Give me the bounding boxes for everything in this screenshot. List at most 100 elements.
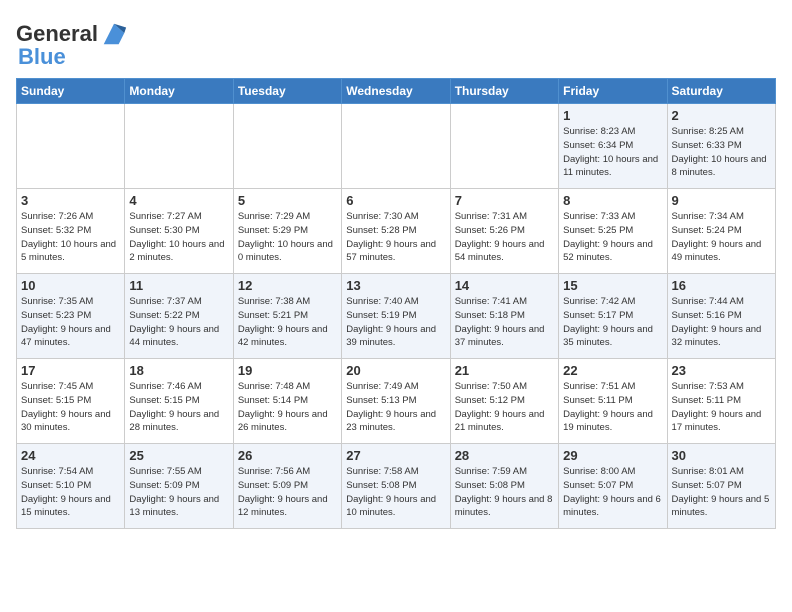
day-info: Sunrise: 7:50 AM Sunset: 5:12 PM Dayligh… xyxy=(455,380,554,435)
day-info: Sunrise: 7:33 AM Sunset: 5:25 PM Dayligh… xyxy=(563,210,662,265)
calendar-cell: 10Sunrise: 7:35 AM Sunset: 5:23 PM Dayli… xyxy=(17,274,125,359)
day-number: 25 xyxy=(129,448,228,463)
day-number: 22 xyxy=(563,363,662,378)
calendar-cell: 27 Sunrise: 7:58 AM Sunset: 5:08 PM Dayli… xyxy=(342,444,450,529)
calendar-cell xyxy=(125,104,233,189)
calendar-cell: 19Sunrise: 7:48 AM Sunset: 5:14 PM Dayli… xyxy=(233,359,341,444)
day-number: 30 xyxy=(672,448,771,463)
day-number: 3 xyxy=(21,193,120,208)
day-info: Sunrise: 7:40 AM Sunset: 5:19 PM Dayligh… xyxy=(346,295,445,350)
calendar-cell: 28 Sunrise: 7:59 AM Sunset: 5:08 PM Dayli… xyxy=(450,444,558,529)
day-number: 12 xyxy=(238,278,337,293)
day-info: Sunrise: 8:23 AM Sunset: 6:34 PM Dayligh… xyxy=(563,125,662,180)
day-number: 6 xyxy=(346,193,445,208)
calendar-cell: 26 Sunrise: 7:56 AM Sunset: 5:09 PM Dayli… xyxy=(233,444,341,529)
calendar-cell: 29 Sunrise: 8:00 AM Sunset: 5:07 PM Dayli… xyxy=(559,444,667,529)
calendar-cell: 4 Sunrise: 7:27 AM Sunset: 5:30 PM Daylig… xyxy=(125,189,233,274)
day-number: 17 xyxy=(21,363,120,378)
calendar-cell: 22 Sunrise: 7:51 AM Sunset: 5:11 PM Dayli… xyxy=(559,359,667,444)
day-number: 26 xyxy=(238,448,337,463)
day-number: 13 xyxy=(346,278,445,293)
day-info: Sunrise: 7:53 AM Sunset: 5:11 PM Dayligh… xyxy=(672,380,771,435)
calendar-cell: 13 Sunrise: 7:40 AM Sunset: 5:19 PM Dayli… xyxy=(342,274,450,359)
day-info: Sunrise: 8:25 AM Sunset: 6:33 PM Dayligh… xyxy=(672,125,771,180)
logo-icon xyxy=(100,20,128,48)
day-info: Sunrise: 7:42 AM Sunset: 5:17 PM Dayligh… xyxy=(563,295,662,350)
col-header-wednesday: Wednesday xyxy=(342,79,450,104)
day-number: 7 xyxy=(455,193,554,208)
day-number: 16 xyxy=(672,278,771,293)
day-number: 19 xyxy=(238,363,337,378)
col-header-thursday: Thursday xyxy=(450,79,558,104)
calendar-cell: 9 Sunrise: 7:34 AM Sunset: 5:24 PM Daylig… xyxy=(667,189,775,274)
day-info: Sunrise: 7:35 AM Sunset: 5:23 PM Dayligh… xyxy=(21,295,120,350)
calendar-cell: 15 Sunrise: 7:42 AM Sunset: 5:17 PM Dayli… xyxy=(559,274,667,359)
calendar-cell: 11Sunrise: 7:37 AM Sunset: 5:22 PM Dayli… xyxy=(125,274,233,359)
calendar-cell: 2 Sunrise: 8:25 AM Sunset: 6:33 PM Daylig… xyxy=(667,104,775,189)
day-info: Sunrise: 7:29 AM Sunset: 5:29 PM Dayligh… xyxy=(238,210,337,265)
logo-text: General xyxy=(16,22,98,46)
day-number: 18 xyxy=(129,363,228,378)
day-info: Sunrise: 7:37 AM Sunset: 5:22 PM Dayligh… xyxy=(129,295,228,350)
calendar-cell: 21 Sunrise: 7:50 AM Sunset: 5:12 PM Dayli… xyxy=(450,359,558,444)
day-number: 14 xyxy=(455,278,554,293)
day-info: Sunrise: 7:27 AM Sunset: 5:30 PM Dayligh… xyxy=(129,210,228,265)
day-info: Sunrise: 8:01 AM Sunset: 5:07 PM Dayligh… xyxy=(672,465,771,520)
day-number: 9 xyxy=(672,193,771,208)
calendar-cell: 30 Sunrise: 8:01 AM Sunset: 5:07 PM Dayli… xyxy=(667,444,775,529)
day-info: Sunrise: 7:30 AM Sunset: 5:28 PM Dayligh… xyxy=(346,210,445,265)
calendar-cell: 23 Sunrise: 7:53 AM Sunset: 5:11 PM Dayli… xyxy=(667,359,775,444)
day-number: 8 xyxy=(563,193,662,208)
calendar-cell: 24 Sunrise: 7:54 AM Sunset: 5:10 PM Dayli… xyxy=(17,444,125,529)
day-info: Sunrise: 7:59 AM Sunset: 5:08 PM Dayligh… xyxy=(455,465,554,520)
calendar-cell: 17 Sunrise: 7:45 AM Sunset: 5:15 PM Dayli… xyxy=(17,359,125,444)
day-info: Sunrise: 7:51 AM Sunset: 5:11 PM Dayligh… xyxy=(563,380,662,435)
day-number: 27 xyxy=(346,448,445,463)
day-number: 29 xyxy=(563,448,662,463)
col-header-sunday: Sunday xyxy=(17,79,125,104)
day-number: 28 xyxy=(455,448,554,463)
day-info: Sunrise: 7:31 AM Sunset: 5:26 PM Dayligh… xyxy=(455,210,554,265)
calendar-cell xyxy=(342,104,450,189)
calendar-cell: 1 Sunrise: 8:23 AM Sunset: 6:34 PM Daylig… xyxy=(559,104,667,189)
day-info: Sunrise: 7:38 AM Sunset: 5:21 PM Dayligh… xyxy=(238,295,337,350)
col-header-monday: Monday xyxy=(125,79,233,104)
day-number: 23 xyxy=(672,363,771,378)
logo-blue: Blue xyxy=(18,44,66,70)
logo: General Blue xyxy=(16,20,128,70)
day-info: Sunrise: 7:58 AM Sunset: 5:08 PM Dayligh… xyxy=(346,465,445,520)
col-header-tuesday: Tuesday xyxy=(233,79,341,104)
calendar-cell xyxy=(450,104,558,189)
day-info: Sunrise: 7:46 AM Sunset: 5:15 PM Dayligh… xyxy=(129,380,228,435)
day-info: Sunrise: 7:26 AM Sunset: 5:32 PM Dayligh… xyxy=(21,210,120,265)
calendar-cell: 5 Sunrise: 7:29 AM Sunset: 5:29 PM Daylig… xyxy=(233,189,341,274)
calendar-cell: 20Sunrise: 7:49 AM Sunset: 5:13 PM Dayli… xyxy=(342,359,450,444)
day-info: Sunrise: 7:34 AM Sunset: 5:24 PM Dayligh… xyxy=(672,210,771,265)
day-number: 21 xyxy=(455,363,554,378)
day-number: 5 xyxy=(238,193,337,208)
header: General Blue xyxy=(16,16,776,70)
calendar-cell: 8 Sunrise: 7:33 AM Sunset: 5:25 PM Daylig… xyxy=(559,189,667,274)
calendar-cell: 16 Sunrise: 7:44 AM Sunset: 5:16 PM Dayli… xyxy=(667,274,775,359)
day-info: Sunrise: 7:54 AM Sunset: 5:10 PM Dayligh… xyxy=(21,465,120,520)
calendar-cell: 12 Sunrise: 7:38 AM Sunset: 5:21 PM Dayli… xyxy=(233,274,341,359)
calendar-cell xyxy=(17,104,125,189)
day-info: Sunrise: 7:55 AM Sunset: 5:09 PM Dayligh… xyxy=(129,465,228,520)
day-info: Sunrise: 7:44 AM Sunset: 5:16 PM Dayligh… xyxy=(672,295,771,350)
day-info: Sunrise: 7:56 AM Sunset: 5:09 PM Dayligh… xyxy=(238,465,337,520)
day-number: 15 xyxy=(563,278,662,293)
day-number: 4 xyxy=(129,193,228,208)
day-number: 24 xyxy=(21,448,120,463)
calendar-cell: 6 Sunrise: 7:30 AM Sunset: 5:28 PM Daylig… xyxy=(342,189,450,274)
day-info: Sunrise: 7:45 AM Sunset: 5:15 PM Dayligh… xyxy=(21,380,120,435)
calendar-cell: 14 Sunrise: 7:41 AM Sunset: 5:18 PM Dayli… xyxy=(450,274,558,359)
day-info: Sunrise: 7:49 AM Sunset: 5:13 PM Dayligh… xyxy=(346,380,445,435)
day-number: 2 xyxy=(672,108,771,123)
calendar-cell: 3 Sunrise: 7:26 AM Sunset: 5:32 PM Daylig… xyxy=(17,189,125,274)
day-number: 1 xyxy=(563,108,662,123)
calendar-table: SundayMondayTuesdayWednesdayThursdayFrid… xyxy=(16,78,776,529)
col-header-friday: Friday xyxy=(559,79,667,104)
calendar-cell: 18 Sunrise: 7:46 AM Sunset: 5:15 PM Dayli… xyxy=(125,359,233,444)
day-info: Sunrise: 7:41 AM Sunset: 5:18 PM Dayligh… xyxy=(455,295,554,350)
day-info: Sunrise: 8:00 AM Sunset: 5:07 PM Dayligh… xyxy=(563,465,662,520)
